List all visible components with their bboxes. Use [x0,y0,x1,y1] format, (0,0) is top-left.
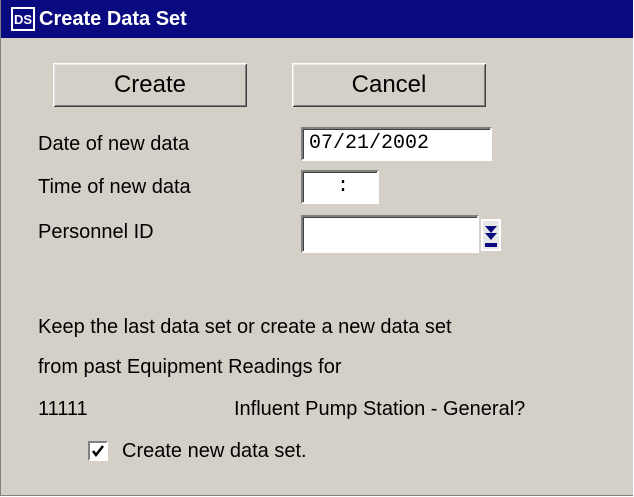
svg-text:DS: DS [14,12,32,27]
title-bar[interactable]: DS Create Data Set [1,0,633,38]
window-title: Create Data Set [39,8,187,30]
checkmark-icon [92,445,104,458]
message-line-2: from past Equipment Readings for [38,356,342,378]
station-id: 11111 [38,398,88,420]
date-label: Date of new data [38,133,190,155]
message-line-1: Keep the last data set or create a new d… [38,316,452,338]
create-button[interactable]: Create [53,63,247,107]
create-new-label[interactable]: Create new data set. [122,439,307,463]
cancel-button[interactable]: Cancel [292,63,486,107]
time-value: : [337,175,350,198]
time-label: Time of new data [38,176,191,198]
personnel-id-field[interactable] [301,215,479,253]
create-new-checkbox[interactable] [88,441,108,461]
create-data-set-dialog: DS Create Data Set Create Cancel Date of… [0,0,633,496]
time-field[interactable]: : [301,170,379,204]
dropdown-arrow-icon[interactable] [481,219,501,251]
date-field[interactable]: 07/21/2002 [301,127,492,161]
date-value: 07/21/2002 [309,132,430,155]
app-logo-icon: DS [11,7,35,31]
personnel-label: Personnel ID [38,221,154,243]
station-name: Influent Pump Station - General? [234,398,526,420]
